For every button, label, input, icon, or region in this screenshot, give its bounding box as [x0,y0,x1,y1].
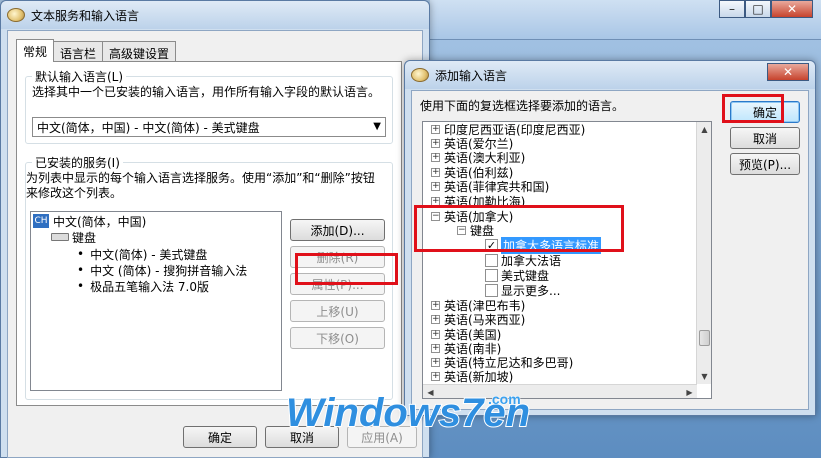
collapse-icon[interactable]: − [457,225,466,235]
tree-language-node[interactable]: CH 中文(简体，中国) [33,214,147,229]
expand-icon[interactable]: + [431,343,440,353]
checkbox-checked-icon[interactable]: ✓ [485,238,498,252]
default-language-value: 中文(简体，中国) - 中文(简体) - 美式键盘 [37,120,260,135]
dialog-title: 文本服务和输入语言 [31,8,140,23]
chevron-down-icon: ▼ [373,121,381,132]
tree-horizontal-scrollbar[interactable]: ◀ ▶ [423,384,697,398]
default-language-label: 默认输入语言(L) [32,68,127,85]
cancel-button[interactable]: 取消 [265,426,339,448]
bullet-icon: • [77,263,85,277]
background-window-controls: – □ ✕ [719,0,813,18]
background-window-titlebar: – □ ✕ [430,0,821,40]
language-tree-item[interactable]: + 英语(加勒比海) [431,194,525,209]
language-tree-item[interactable]: + 英语(新加坡) [431,369,514,384]
tab-advanced-key-settings[interactable]: 高级键设置 [102,41,177,61]
tab-strip: 常规 语言栏 高级键设置 [16,39,177,62]
language-tree-item[interactable]: + 英语(菲律宾共和国) [431,179,549,194]
apply-button[interactable]: 应用(A) [347,426,417,448]
maximize-button[interactable]: □ [745,0,771,18]
installed-services-label: 已安装的服务(I) [32,154,123,171]
expand-icon[interactable]: + [431,124,440,134]
tree-keyboard-label: 键盘 [72,230,97,245]
expand-icon[interactable]: + [431,357,440,367]
expand-icon[interactable]: + [431,300,440,310]
general-tab-panel: 默认输入语言(L) 选择其中一个已安装的输入语言，用作所有输入字段的默认语言。 … [16,61,402,406]
add-dialog-instruction: 使用下面的复选框选择要添加的语言。 [420,99,625,113]
scroll-down-icon[interactable]: ▼ [697,369,711,384]
tree-item-label: 中文(简体) - 美式键盘 [90,247,208,262]
canada-layout-option[interactable]: 加拿大法语 [485,253,561,268]
remove-button[interactable]: 删除(R) [290,246,385,268]
tab-language-bar[interactable]: 语言栏 [53,41,104,61]
canada-layout-label: 显示更多... [501,283,561,298]
canada-layout-option[interactable]: ✓ 加拿大多语言标准 [485,236,602,254]
language-tree[interactable]: + 印度尼西亚语(印度尼西亚) + 英语(爱尔兰) + 英语(澳大利亚) + 英语(伯利兹) +… [422,121,712,399]
close-button[interactable]: ✕ [771,0,813,18]
default-language-group: 默认输入语言(L) 选择其中一个已安装的输入语言，用作所有输入字段的默认语言。 … [25,68,393,144]
tree-vertical-scrollbar[interactable]: ▲ ▼ [696,122,711,384]
keyboard-icon [51,233,69,241]
tab-general[interactable]: 常规 [16,39,55,62]
default-language-select[interactable]: 中文(简体，中国) - 中文(简体) - 美式键盘 ▼ [32,117,386,137]
expand-icon[interactable]: + [431,196,440,206]
default-language-description: 选择其中一个已安装的输入语言，用作所有输入字段的默认语言。 [32,85,381,99]
tree-item-label: 极品五笔输入法 7.0版 [90,279,209,294]
preview-button[interactable]: 预览(P)... [730,153,800,175]
minimize-button[interactable]: – [719,0,745,18]
add-language-titlebar: 添加输入语言 ✕ [405,61,815,89]
text-services-dialog: 文本服务和输入语言 常规 语言栏 高级键设置 默认输入语言(L) 选择其中一个已… [0,0,430,458]
expand-icon[interactable]: + [431,371,440,381]
tree-item[interactable]: • 中文 (简体) - 搜狗拼音输入法 [77,263,248,278]
tree-language-label: 中文(简体，中国) [53,214,147,229]
add-button[interactable]: 添加(D)... [290,219,385,241]
keyboard-globe-icon [411,68,429,82]
checkbox-icon[interactable] [485,283,498,297]
expand-icon[interactable]: + [431,152,440,162]
close-button[interactable]: ✕ [767,63,809,81]
add-input-language-dialog: 添加输入语言 ✕ 使用下面的复选框选择要添加的语言。 + 印度尼西亚语(印度尼西亚… [404,60,816,416]
expand-icon[interactable]: + [431,329,440,339]
add-dialog-cancel-button[interactable]: 取消 [730,127,800,149]
expand-icon[interactable]: + [431,181,440,191]
canada-layout-option[interactable]: 显示更多... [485,283,561,298]
canada-keyboard-group[interactable]: − 键盘 [457,223,495,238]
add-dialog-ok-button[interactable]: 确定 [730,101,800,123]
canada-layout-option[interactable]: 美式键盘 [485,268,549,283]
checkbox-icon[interactable] [485,253,498,267]
tree-item[interactable]: • 极品五笔输入法 7.0版 [77,279,209,294]
add-dialog-title: 添加输入语言 [435,68,508,83]
installed-services-tree[interactable]: CH 中文(简体，中国) 键盘 • 中文(简体) - 美式键盘 • 中文 (简体… [30,211,282,391]
scrollbar-thumb[interactable] [699,330,710,346]
language-tree-label: 英语(新加坡) [444,369,514,384]
expand-icon[interactable]: + [431,167,440,177]
tree-keyboard-group[interactable]: 键盘 [51,230,97,245]
scroll-up-icon[interactable]: ▲ [697,122,711,137]
keyboard-globe-icon [7,8,25,22]
move-down-button[interactable]: 下移(O) [290,327,385,349]
scroll-left-icon[interactable]: ◀ [423,385,438,398]
checkbox-icon[interactable] [485,268,498,282]
expand-icon[interactable]: + [431,138,440,148]
add-dialog-client-area: 使用下面的复选框选择要添加的语言。 + 印度尼西亚语(印度尼西亚) + 英语(爱尔兰)… [411,90,809,410]
language-tree-item[interactable]: + 英语(澳大利亚) [431,150,525,165]
text-services-titlebar: 文本服务和输入语言 [1,1,429,29]
move-up-button[interactable]: 上移(U) [290,300,385,322]
tree-item[interactable]: • 中文(简体) - 美式键盘 [77,247,208,262]
bullet-icon: • [77,279,85,293]
language-tree-item[interactable]: + 英语(马来西亚) [431,312,525,327]
ok-button[interactable]: 确定 [183,426,257,448]
scroll-right-icon[interactable]: ▶ [682,385,697,398]
canada-keyboard-label: 键盘 [470,223,495,238]
bullet-icon: • [77,247,85,261]
collapse-icon[interactable]: − [431,211,440,221]
expand-icon[interactable]: + [431,314,440,324]
properties-button[interactable]: 属性(P)... [290,273,385,295]
tree-item-label: 中文 (简体) - 搜狗拼音输入法 [90,263,248,278]
installed-services-group: 已安装的服务(I) 为列表中显示的每个输入语言选择服务。使用“添加”和“删除”按… [25,154,393,400]
installed-services-description: 为列表中显示的每个输入语言选择服务。使用“添加”和“删除”按钮来修改这个列表。 [26,171,375,200]
ch-language-icon: CH [33,214,49,228]
dialog-client-area: 常规 语言栏 高级键设置 默认输入语言(L) 选择其中一个已安装的输入语言，用作… [7,30,423,458]
